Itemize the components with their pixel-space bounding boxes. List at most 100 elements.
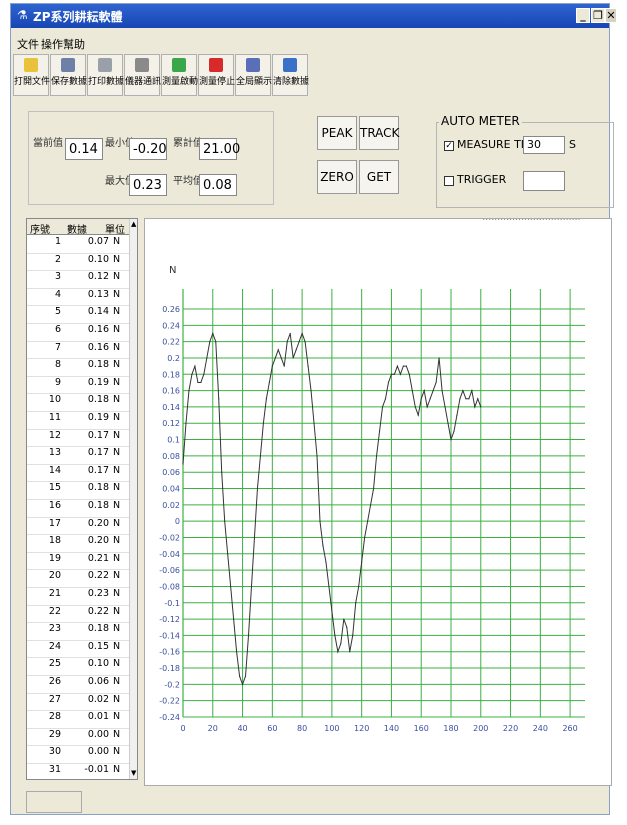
y-tick-label: 0.22 (162, 338, 180, 347)
table-row[interactable]: 13 0.17 N (27, 447, 129, 465)
row-unit: N (113, 693, 121, 705)
table-row[interactable]: 17 0.20 N (27, 518, 129, 536)
data-point (384, 398, 387, 400)
trigger-checkbox[interactable] (444, 176, 454, 186)
data-point (578, 218, 580, 220)
restore-button[interactable]: ❐ (591, 8, 605, 23)
toolbar-button-3[interactable]: 儀器通訊 (124, 54, 162, 96)
table-row[interactable]: 19 0.21 N (27, 553, 129, 571)
row-unit: N (113, 447, 121, 459)
table-row[interactable]: 4 0.13 N (27, 289, 129, 307)
row-unit: N (113, 288, 121, 300)
table-row[interactable]: 23 0.18 N (27, 623, 129, 641)
toolbar-button-4[interactable]: 測量啟動 (161, 54, 198, 96)
toolbar-button-2[interactable]: 打印數據 (87, 54, 124, 96)
table-row[interactable]: 22 0.22 N (27, 606, 129, 624)
data-point (524, 218, 527, 220)
row-index: 12 (48, 429, 61, 441)
measure-time-checkbox[interactable]: ✓ (444, 141, 454, 151)
table-row[interactable]: 12 0.17 N (27, 430, 129, 448)
data-point (572, 218, 574, 220)
folder-icon (24, 58, 38, 72)
header-unit: 單位 (105, 225, 125, 236)
toolbar-button-label: 儀器通訊 (125, 77, 162, 87)
row-index: 1 (54, 236, 61, 247)
table-row[interactable]: 24 0.15 N (27, 641, 129, 659)
get-button[interactable]: GET (359, 160, 399, 194)
table-row[interactable]: 30 0.00 N (27, 746, 129, 764)
data-point (539, 218, 541, 220)
scroll-up-icon[interactable]: ▲ (131, 220, 136, 228)
table-row[interactable]: 20 0.22 N (27, 570, 129, 588)
row-unit: N (113, 324, 121, 335)
current-value: 0.14 (65, 138, 103, 160)
table-row[interactable]: 14 0.17 N (27, 465, 129, 483)
toolbar-button-1[interactable]: 保存數據 (50, 54, 87, 96)
scroll-down-icon[interactable]: ▼ (131, 769, 136, 777)
x-tick-label: 40 (237, 724, 247, 733)
data-point (265, 398, 267, 400)
table-row[interactable]: 21 0.23 N (27, 588, 129, 606)
row-index: 23 (48, 623, 61, 635)
row-value: 0.18 (87, 394, 109, 406)
data-point (182, 463, 184, 465)
peak-button[interactable]: PEAK (317, 116, 357, 150)
table-row[interactable]: 15 0.18 N (27, 482, 129, 500)
row-index: 11 (48, 412, 61, 423)
data-point (521, 218, 524, 220)
menu-file[interactable]: 文件 (17, 36, 39, 52)
app-window: ⚗ ZP系列耕耘軟體 _ ❐ ✕ 文件 操作 幫助 打開文件 保存數據 打印數據 儀器… (10, 3, 617, 815)
menu-operate[interactable]: 操作 (41, 36, 63, 52)
toolbar-button-5[interactable]: 測量停止 (198, 54, 235, 96)
table-row[interactable]: 16 0.18 N (27, 500, 129, 518)
row-index: 2 (54, 253, 61, 265)
table-row[interactable]: 10 0.18 N (27, 394, 129, 412)
row-value: 0.22 (87, 570, 109, 582)
header-data: 數據 (67, 225, 87, 236)
toolbar-button-0[interactable]: 打開文件 (13, 54, 50, 96)
y-tick-label: -0.2 (164, 680, 180, 689)
row-index: 31 (48, 764, 61, 775)
table-row[interactable]: 7 0.16 N (27, 342, 129, 360)
data-point (334, 634, 336, 636)
data-point (289, 332, 291, 335)
toolbar-button-6[interactable]: 全局顯示 (235, 54, 272, 96)
table-row[interactable]: 11 0.19 N (27, 412, 129, 430)
minimize-button[interactable]: _ (576, 8, 590, 23)
table-row[interactable]: 5 0.14 N (27, 306, 129, 324)
data-point (346, 626, 348, 628)
toolbar-button-7[interactable]: 清除數據 (272, 54, 309, 96)
trigger-input[interactable] (523, 171, 565, 191)
row-index: 16 (48, 500, 61, 511)
table-row[interactable]: 18 0.20 N (27, 535, 129, 553)
table-row[interactable]: 9 0.19 N (27, 377, 129, 395)
data-point (542, 218, 544, 220)
data-point (551, 218, 553, 220)
table-row[interactable]: 26 0.06 N (27, 676, 129, 694)
data-point (367, 520, 369, 522)
table-row[interactable]: 2 0.10 N (27, 254, 129, 272)
table-row[interactable]: 1 0.07 N (27, 236, 129, 254)
x-tick-label: 0 (180, 724, 185, 733)
zero-button[interactable]: ZERO (317, 160, 357, 194)
table-row[interactable]: 31 -0.01 N (27, 764, 129, 779)
close-button[interactable]: ✕ (605, 8, 617, 23)
data-point (381, 406, 384, 408)
x-tick-label: 60 (267, 724, 277, 733)
y-tick-label: 0.02 (162, 501, 180, 510)
table-row[interactable]: 28 0.01 N (27, 711, 129, 729)
table-row[interactable]: 27 0.02 N (27, 694, 129, 712)
table-row[interactable]: 6 0.16 N (27, 324, 129, 342)
measure-time-input[interactable]: 30 (523, 136, 565, 154)
table-row[interactable]: 25 0.10 N (27, 658, 129, 676)
data-point (244, 675, 247, 677)
table-row[interactable]: 29 0.00 N (27, 729, 129, 747)
row-unit: N (113, 412, 121, 423)
table-scrollbar[interactable]: ▲ ▼ (129, 219, 137, 779)
table-row[interactable]: 8 0.18 N (27, 359, 129, 377)
menu-help[interactable]: 幫助 (63, 36, 85, 52)
table-row[interactable]: 3 0.12 N (27, 271, 129, 289)
y-tick-label: -0.04 (159, 550, 180, 559)
current-label: 當前值 (33, 138, 63, 149)
track-button[interactable]: TRACK (359, 116, 399, 150)
